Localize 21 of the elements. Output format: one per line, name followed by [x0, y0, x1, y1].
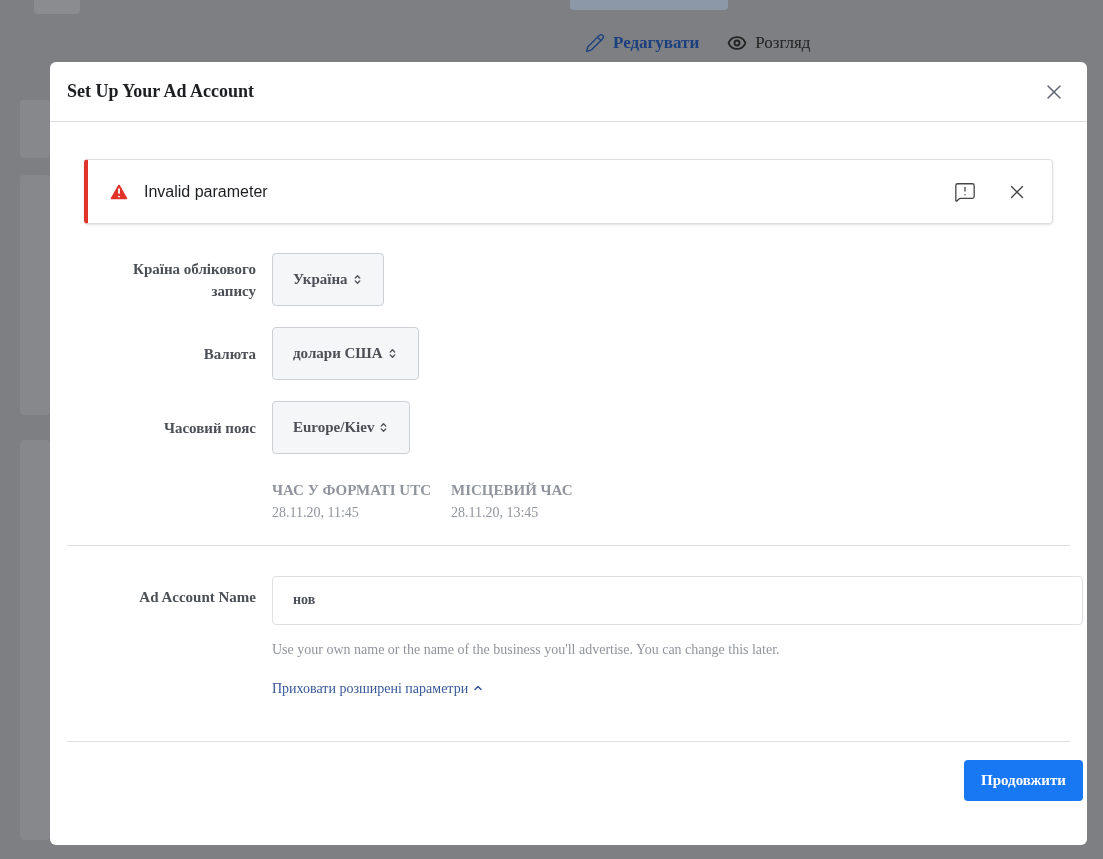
select-dropdown[interactable]: долари США	[272, 327, 419, 380]
time-heading: МІСЦЕВИЙ ЧАС	[451, 481, 573, 500]
time-value: 28.11.20, 13:45	[451, 503, 540, 522]
field-label: Країна облікового запису	[132, 259, 256, 301]
time-heading: ЧАС У ФОРМАТІ UTC	[272, 481, 431, 500]
pencil-icon	[585, 32, 605, 53]
field-label: Валюта	[202, 344, 256, 364]
field-label: Ad Account Name	[138, 587, 256, 607]
select-dropdown[interactable]: Europe/Kiev	[272, 401, 411, 454]
background-card	[20, 100, 50, 158]
continue-button[interactable]: Продовжити	[964, 759, 1083, 801]
dialog-title: Set Up Your Ad Account	[67, 80, 255, 103]
select-dropdown[interactable]: Україна	[272, 253, 384, 306]
field-label: Часовий пояс	[162, 418, 256, 438]
page-tab[interactable]: Розгляд	[727, 30, 811, 56]
hint-text: Use your own name or the name of the business you'll advertise. You can change this later.	[272, 640, 781, 659]
name-input-field[interactable]: нов	[272, 575, 1083, 625]
feedback-icon	[954, 180, 976, 203]
time-value: 28.11.20, 11:45	[272, 503, 360, 522]
advanced-options-link[interactable]: Приховати розширені параметри	[272, 677, 485, 699]
alert-message: Invalid parameter	[144, 181, 268, 202]
